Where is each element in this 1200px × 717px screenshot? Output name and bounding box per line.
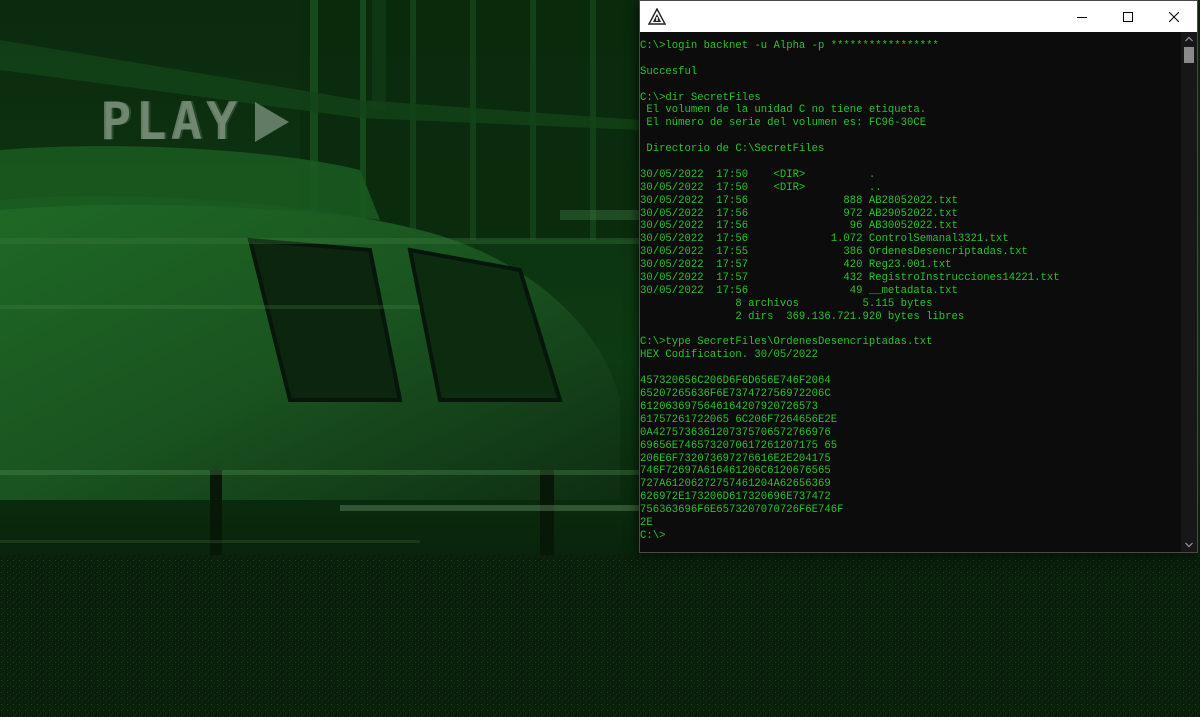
console-line: 30/05/2022 17:56 96 AB30052022.txt	[640, 220, 958, 233]
minimize-button[interactable]	[1059, 1, 1105, 32]
console-line: C:\>dir SecretFiles	[640, 91, 761, 104]
chevron-up-icon	[1185, 36, 1193, 42]
console-line: 30/05/2022 17:57 432 RegistroInstruccion…	[640, 272, 1060, 285]
scrollbar-thumb[interactable]	[1184, 47, 1194, 63]
minimize-icon	[1077, 16, 1087, 18]
console-line: C:\>type SecretFiles\OrdenesDesencriptad…	[640, 336, 933, 349]
console-line: 626972E173206D617320696E737472	[640, 491, 831, 504]
triangle-app-icon	[648, 7, 666, 25]
console-line: 30/05/2022 17:50 <DIR> .	[640, 168, 876, 181]
console-output-area[interactable]: C:\>login backnet -u Alpha -p **********…	[640, 32, 1181, 552]
console-line: 206E6F732073697276616E2E204175	[640, 452, 831, 465]
console-line: Directorio de C:\SecretFiles	[640, 143, 825, 156]
play-overlay-text: PLAY	[100, 92, 242, 152]
close-icon	[1169, 11, 1179, 22]
play-overlay: PLAY	[100, 92, 290, 152]
console-line: El número de serie del volumen es: FC96-…	[640, 117, 927, 130]
console-line: 0A4275736361207375706572766976	[640, 426, 831, 439]
console-line: 457320656C206D6F6D656E746F2064	[640, 375, 831, 388]
console-line: El volumen de la unidad C no tiene etiqu…	[640, 104, 927, 117]
console-line: 30/05/2022 17:56 972 AB29052022.txt	[640, 207, 958, 220]
console-line: 756363696F6E6573207070726F6E746F	[640, 504, 844, 517]
console-line: 727A61206272757461204A62656369	[640, 478, 831, 491]
scroll-down-button[interactable]	[1181, 538, 1197, 552]
console-line: Succesful	[640, 65, 698, 78]
window-titlebar[interactable]	[640, 1, 1197, 32]
console-line: 61757261722065 6C206F7264656E2E	[640, 413, 838, 426]
console-line: C:\>	[640, 529, 666, 542]
close-button[interactable]	[1151, 1, 1197, 32]
maximize-icon	[1123, 11, 1133, 22]
console-line: 65207265636F6E737472756972206C	[640, 388, 831, 401]
console-line: 30/05/2022 17:55 386 OrdenesDesencriptad…	[640, 246, 1028, 259]
console-line: 69656E7465732070617261207175 65	[640, 439, 838, 452]
console-line: 30/05/2022 17:56 49 __metadata.txt	[640, 284, 958, 297]
console-line: HEX Codification. 30/05/2022	[640, 349, 819, 362]
console-line: 2E	[640, 516, 653, 529]
desktop-background: PLAY C:\>login backnet -u Alpha -p *****…	[0, 0, 1200, 717]
console-line: 30/05/2022 17:56 1.072 ControlSemanal332…	[640, 233, 1009, 246]
chevron-down-icon	[1185, 542, 1193, 548]
maximize-button[interactable]	[1105, 1, 1151, 32]
console-line: 30/05/2022 17:57 420 Reg23.001.txt	[640, 259, 952, 272]
console-window[interactable]: C:\>login backnet -u Alpha -p **********…	[639, 0, 1198, 553]
console-line: 8 archivos 5.115 bytes	[640, 297, 933, 310]
console-line: 746F72697A616461206C6120676565	[640, 465, 831, 478]
console-line: 6120636975646164207920726573	[640, 400, 819, 413]
console-line: C:\>login backnet -u Alpha -p **********…	[640, 40, 939, 52]
console-line: 30/05/2022 17:56 888 AB28052022.txt	[640, 194, 958, 207]
scroll-up-button[interactable]	[1181, 32, 1197, 46]
console-line: 30/05/2022 17:50 <DIR> ..	[640, 181, 882, 194]
console-line: 2 dirs 369.136.721.920 bytes libres	[640, 310, 965, 323]
play-triangle-icon	[255, 102, 290, 142]
console-text: C:\>login backnet -u Alpha -p **********…	[640, 32, 1181, 543]
vertical-scrollbar[interactable]	[1181, 32, 1197, 552]
